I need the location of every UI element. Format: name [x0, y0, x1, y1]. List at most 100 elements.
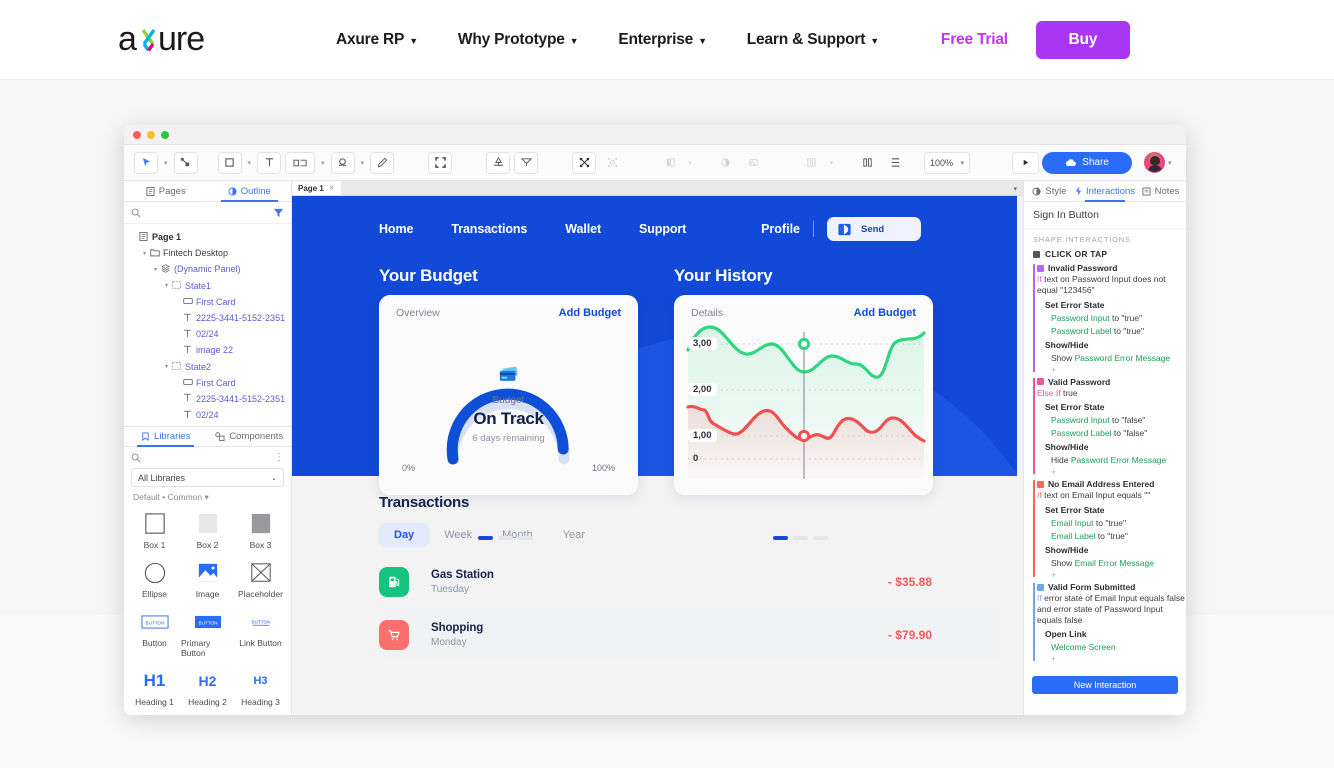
outline-node[interactable]: First Card — [124, 375, 291, 391]
twisty-icon[interactable]: ▾ — [163, 363, 170, 370]
action-line[interactable]: Password Label to "false" — [1037, 428, 1186, 438]
nav-item-why-prototype[interactable]: Why Prototype ▼ — [458, 31, 579, 49]
tx-tab-week[interactable]: Week — [429, 523, 487, 547]
action-title[interactable]: Show/Hide — [1037, 545, 1186, 555]
prototype-profile-link[interactable]: Profile — [761, 222, 800, 236]
action-line[interactable]: Welcome Screen — [1037, 642, 1186, 652]
cursor-icon[interactable] — [134, 151, 158, 174]
outline-node[interactable]: First Card — [124, 294, 291, 310]
group-icon[interactable] — [600, 152, 624, 174]
library-breadcrumb[interactable]: Default • Common ▾ — [124, 487, 291, 505]
library-item[interactable]: Box 2 — [181, 507, 234, 556]
preview-button[interactable] — [1012, 151, 1039, 174]
budget-add-budget-link[interactable]: Add Budget — [559, 307, 621, 319]
case-header[interactable]: Invalid Password — [1037, 263, 1186, 273]
action-line[interactable]: Password Input to "true" — [1037, 313, 1186, 323]
tx-tab-day[interactable]: Day — [379, 523, 430, 547]
library-item[interactable]: Image — [181, 556, 234, 605]
prototype-send-button[interactable]: Send — [827, 217, 921, 241]
axure-logo[interactable]: a ure — [118, 22, 231, 58]
tab-libraries[interactable]: Libraries — [124, 427, 208, 447]
outline-node[interactable]: ▾ State2 — [124, 359, 291, 375]
tx-tab-month[interactable]: Month — [487, 523, 548, 547]
avatar[interactable] — [1144, 152, 1165, 173]
library-item[interactable]: Placeholder — [234, 556, 287, 605]
nav-item-axure-rp[interactable]: Axure RP ▼ — [336, 31, 418, 49]
tab-outline[interactable]: Outline — [208, 181, 292, 202]
layout-icon[interactable] — [658, 152, 682, 174]
pager-dot[interactable] — [478, 536, 493, 540]
connector-icon[interactable] — [173, 151, 198, 174]
buy-button[interactable]: Buy — [1035, 20, 1130, 59]
chevron-down-icon[interactable]: ▾ — [688, 159, 692, 167]
add-action-icon[interactable]: + — [1037, 654, 1186, 664]
action-title[interactable]: Show/Hide — [1037, 442, 1186, 452]
close-window-icon[interactable] — [133, 130, 141, 139]
nav-item-enterprise[interactable]: Enterprise ▼ — [618, 31, 707, 49]
action-line[interactable]: Email Label to "true" — [1037, 531, 1186, 541]
align-icon[interactable] — [486, 151, 511, 174]
free-trial-link[interactable]: Free Trial — [941, 31, 1008, 49]
action-line[interactable]: Password Label to "true" — [1037, 326, 1186, 336]
box-icon[interactable] — [285, 151, 316, 174]
chevron-down-icon[interactable]: ▾ — [164, 159, 168, 167]
action-title[interactable]: Show/Hide — [1037, 340, 1186, 350]
table-row[interactable]: Gas Station Tuesday - $35.88 — [379, 555, 1000, 608]
action-line[interactable]: Hide Password Error Message — [1037, 455, 1186, 465]
outline-node[interactable]: ▾ (Dynamic Panel) — [124, 261, 291, 277]
nav-item-learn-support[interactable]: Learn & Support ▼ — [747, 31, 879, 49]
chevron-down-icon[interactable]: ▾ — [321, 159, 325, 167]
transform-icon[interactable] — [572, 151, 597, 174]
interaction-event[interactable]: CLICK OR TAP — [1024, 247, 1186, 263]
case-header[interactable]: No Email Address Entered — [1037, 479, 1186, 489]
pager-dot[interactable] — [498, 536, 513, 540]
design-canvas[interactable]: Home Transactions Wallet Support Profile — [292, 196, 1023, 715]
outline-node[interactable]: image 22 — [124, 342, 291, 358]
library-item[interactable]: BUTTON Link Button — [234, 605, 287, 664]
chevron-down-icon[interactable]: ▾ — [1013, 185, 1017, 193]
rows-icon[interactable] — [883, 152, 907, 174]
pen-icon[interactable] — [370, 151, 395, 174]
outline-node[interactable]: 02/24 — [124, 326, 291, 342]
interaction-case[interactable]: Invalid Password If text on Password Inpu… — [1024, 263, 1186, 375]
tab-interactions[interactable]: Interactions — [1075, 181, 1135, 202]
interaction-case[interactable]: No Email Address Entered If text on Email… — [1024, 479, 1186, 580]
add-action-icon[interactable]: + — [1037, 570, 1186, 580]
tab-pages[interactable]: Pages — [124, 181, 208, 201]
library-item[interactable]: Ellipse — [128, 556, 181, 605]
outline-node[interactable]: 2225-3441-5152-2351 — [124, 391, 291, 407]
user-menu[interactable]: ▾ — [1144, 152, 1172, 173]
pager-dot[interactable] — [518, 536, 533, 540]
prototype-nav-transactions[interactable]: Transactions — [451, 222, 527, 236]
case-header[interactable]: Valid Form Submitted — [1037, 582, 1186, 592]
outline-node[interactable]: ▾ State1 — [124, 278, 291, 294]
library-selector[interactable]: All Libraries ⌄ — [131, 468, 284, 487]
more-options-icon[interactable]: ⋮ — [274, 452, 284, 462]
tx-tab-year[interactable]: Year — [548, 523, 600, 547]
share-button[interactable]: Share — [1042, 151, 1132, 174]
action-line[interactable]: Show Email Error Message — [1037, 558, 1186, 568]
add-action-icon[interactable]: + — [1037, 467, 1186, 477]
split-icon[interactable] — [855, 152, 879, 174]
library-item[interactable]: H2 Heading 2 — [181, 664, 234, 713]
distribute-icon[interactable] — [514, 151, 539, 174]
outline-node[interactable]: 2225-3441-5152-2351 — [124, 310, 291, 326]
zoom-selector[interactable]: 100% ▾ — [924, 151, 970, 174]
maximize-window-icon[interactable] — [161, 130, 169, 139]
outline-node[interactable]: Page 1 — [124, 229, 291, 245]
chevron-down-icon[interactable]: ▾ — [830, 159, 834, 167]
action-title[interactable]: Set Error State — [1037, 300, 1186, 310]
prototype-nav-support[interactable]: Support — [639, 222, 686, 236]
library-item[interactable]: H3 Heading 3 — [234, 664, 287, 713]
library-item[interactable]: H1 Heading 1 — [128, 664, 181, 713]
twisty-icon[interactable]: ▾ — [141, 250, 148, 257]
tab-components[interactable]: Components — [208, 427, 292, 446]
minimize-window-icon[interactable] — [147, 130, 155, 139]
fit-icon[interactable] — [428, 151, 453, 174]
shape-icon[interactable] — [330, 151, 355, 174]
pager-dot[interactable] — [793, 536, 808, 540]
prototype-nav-wallet[interactable]: Wallet — [565, 222, 601, 236]
tab-style[interactable]: Style — [1024, 181, 1075, 201]
close-icon[interactable]: ✕ — [329, 184, 335, 192]
library-item[interactable]: BUTTON Primary Button — [181, 605, 234, 664]
